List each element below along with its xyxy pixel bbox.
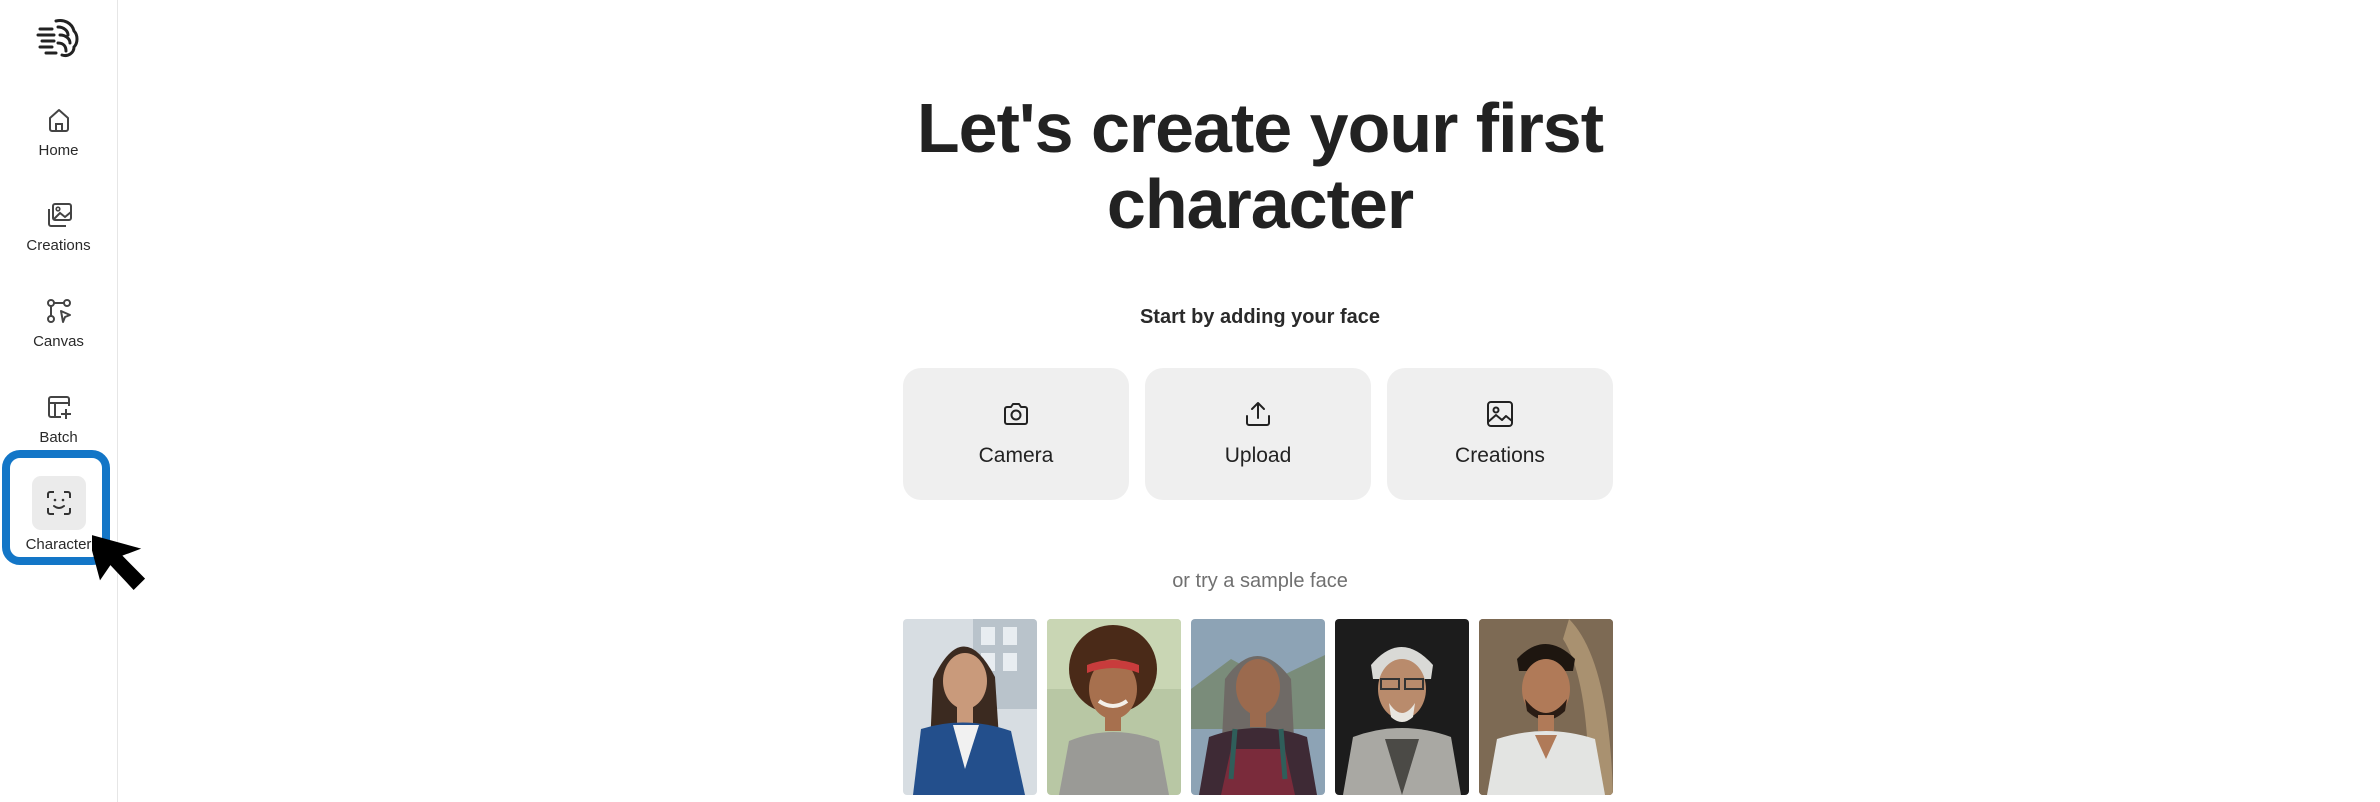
image-icon: [1487, 401, 1513, 427]
creations-button[interactable]: Creations: [1387, 368, 1613, 500]
title-line: character: [1106, 165, 1414, 243]
upload-icon: [1246, 402, 1270, 426]
sample-face-1[interactable]: [903, 619, 1037, 795]
portrait-image: [1479, 619, 1613, 795]
sidebar-item-batch[interactable]: Batch: [0, 392, 117, 446]
sidebar-item-label: Creations: [26, 237, 91, 254]
title-line: Let's create your first: [916, 89, 1604, 167]
sidebar: Home Creations Canvas Batch Character: [0, 0, 118, 802]
camera-button[interactable]: Camera: [903, 368, 1129, 500]
sidebar-item-label: Canvas: [33, 333, 84, 350]
arrow-cursor-icon: [92, 533, 146, 590]
sample-face-2[interactable]: [1047, 619, 1181, 795]
sidebar-item-creations[interactable]: Creations: [0, 200, 117, 254]
home-icon: [48, 109, 69, 132]
option-label: Creations: [1455, 444, 1545, 467]
images-icon: [47, 203, 72, 227]
portrait-image: [1191, 619, 1325, 795]
sidebar-item-canvas[interactable]: Canvas: [0, 296, 117, 350]
portrait-image: [1047, 619, 1181, 795]
nodes-icon: [46, 299, 71, 323]
option-label: Upload: [1224, 444, 1292, 467]
sidebar-item-label: Home: [38, 142, 79, 159]
camera-icon: [1004, 403, 1028, 425]
grid-plus-icon: [47, 396, 71, 419]
portrait-image: [903, 619, 1037, 795]
brain-logo-icon[interactable]: [36, 15, 82, 61]
sidebar-item-home[interactable]: Home: [0, 105, 117, 159]
option-label: Camera: [978, 444, 1054, 467]
portrait-image: [1335, 619, 1469, 795]
upload-button[interactable]: Upload: [1145, 368, 1371, 500]
sample-face-3[interactable]: [1191, 619, 1325, 795]
page-title: Let's create your first character: [760, 90, 1760, 242]
sample-face-5[interactable]: [1479, 619, 1613, 795]
sample-face-4[interactable]: [1335, 619, 1469, 795]
subtitle: Start by adding your face: [1139, 306, 1381, 328]
sample-face-label: or try a sample face: [1172, 570, 1348, 592]
sidebar-item-label: Batch: [39, 429, 78, 446]
